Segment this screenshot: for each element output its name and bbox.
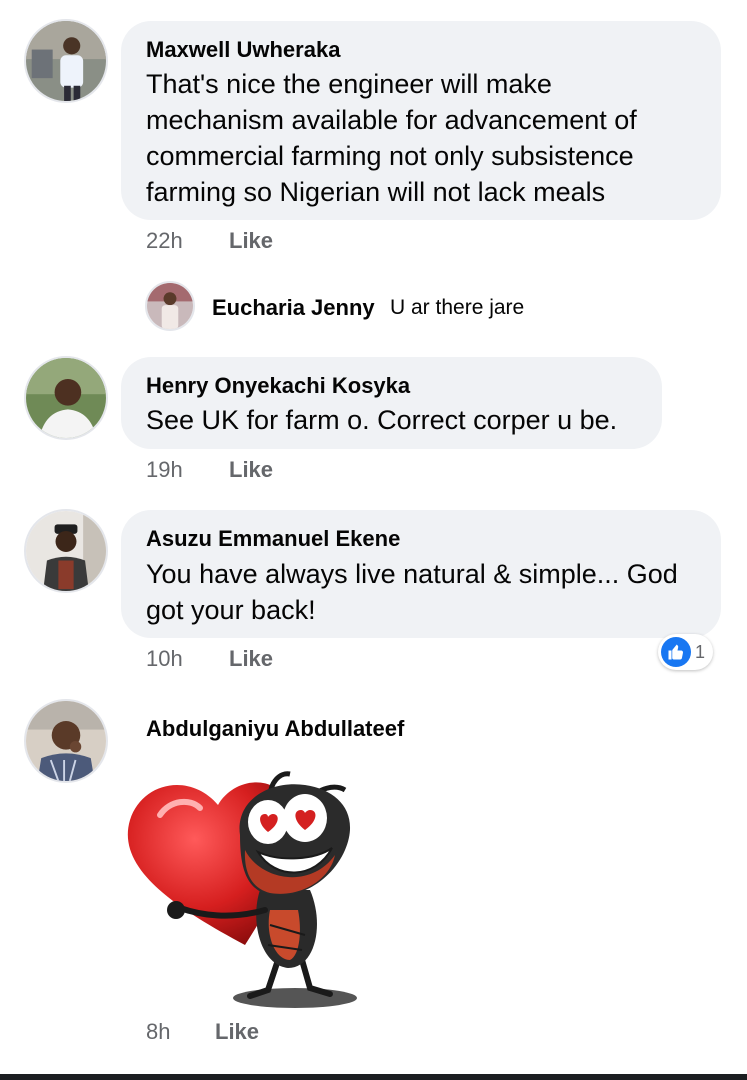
like-button[interactable]: Like [229,228,273,254]
avatar-maxwell[interactable] [24,19,108,103]
reply-author[interactable]: Eucharia Jenny [212,295,375,321]
reply-text: U ar there jare [390,296,525,319]
comment-timestamp: 19h [146,457,183,482]
comment-author[interactable]: Abdulganiyu Abdullateef [146,716,404,742]
avatar-asuzu[interactable] [24,509,108,593]
avatar-abdulganiyu[interactable] [24,699,108,783]
avatar-henry[interactable] [24,356,108,440]
comment-line: That's nice the engineer will make [146,69,552,99]
comment-timestamp: 8h [146,1019,171,1044]
comment-timestamp: 22h [146,228,183,253]
comment-author[interactable]: Maxwell Uwheraka [146,37,340,63]
comment-author[interactable]: Asuzu Emmanuel Ekene [146,526,400,552]
thumbs-up-icon [661,637,691,667]
bottom-edge [0,1074,747,1080]
avatar-eucharia[interactable] [145,281,195,331]
comment-line: You have always live natural & simple...… [146,559,678,589]
comment-line: farming so Nigerian will not lack meals [146,177,606,207]
reaction-badge[interactable]: 1 [658,634,714,670]
like-button[interactable]: Like [229,646,273,672]
comment-text: See UK for farm o. Correct corper u be. [146,402,617,438]
comment-timestamp: 10h [146,646,183,671]
comment-line: mechanism available for advancement of [146,105,637,135]
like-button[interactable]: Like [215,1019,259,1045]
comment-line: See UK for farm o. Correct corper u be. [146,405,618,435]
comment-text: You have always live natural & simple...… [146,556,678,628]
heart-hug-sticker [120,760,370,1015]
reaction-count: 1 [695,641,706,662]
comment-author[interactable]: Henry Onyekachi Kosyka [146,373,410,399]
like-button[interactable]: Like [229,457,273,483]
comment-text: That's nice the engineer will make mecha… [146,66,637,210]
comment-line: got your back! [146,595,316,625]
comment-line: commercial farming not only subsistence [146,141,634,171]
